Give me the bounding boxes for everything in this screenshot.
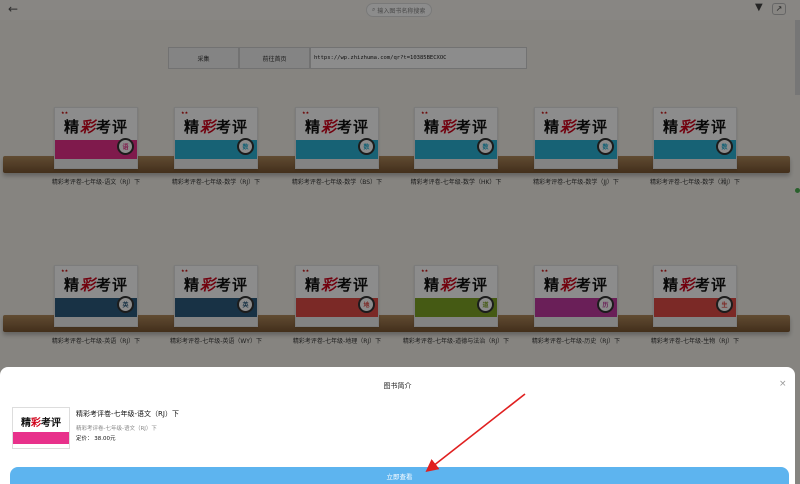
annotation-arrow — [425, 393, 526, 472]
